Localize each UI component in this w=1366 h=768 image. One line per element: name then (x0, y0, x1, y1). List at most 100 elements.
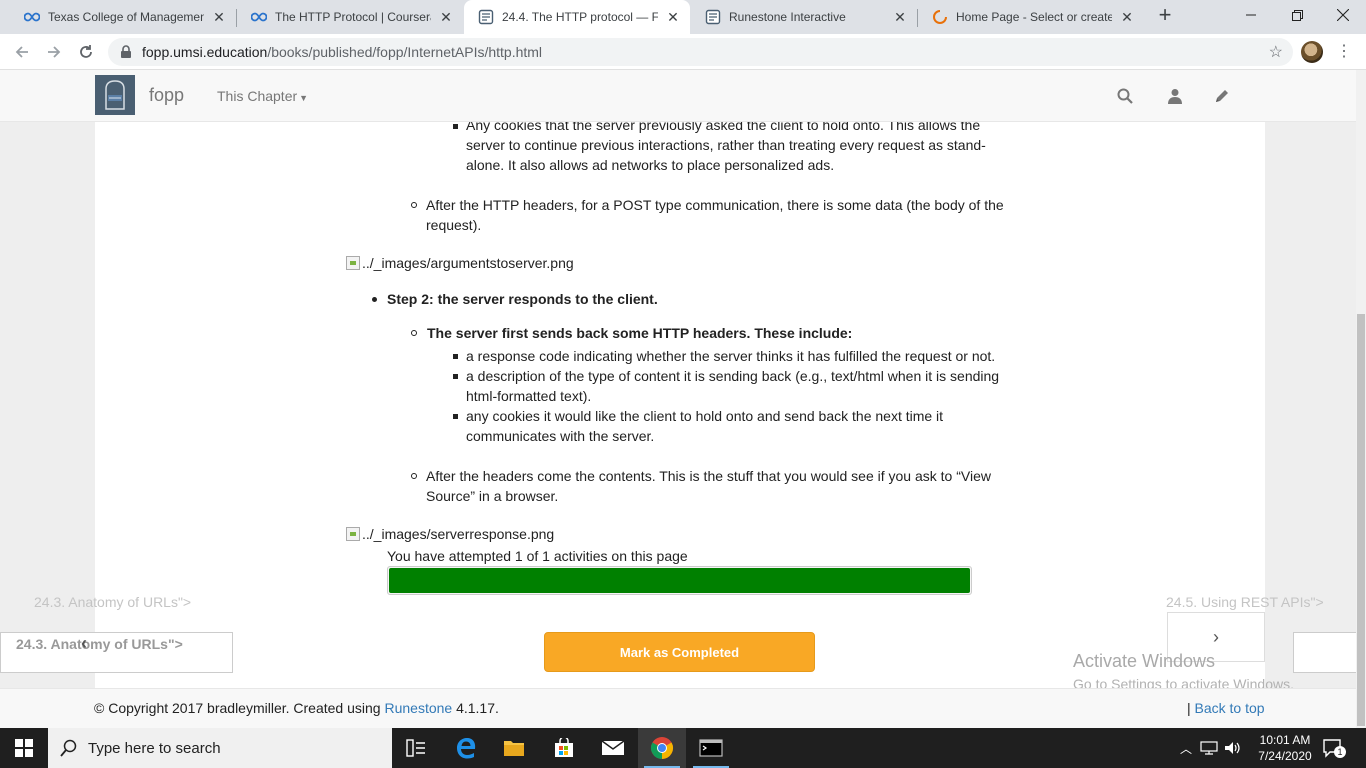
prev-page-label: 24.3. Anatomy of URLs"> (16, 636, 183, 652)
chrome-icon (651, 737, 673, 759)
arrow-left-icon (15, 46, 28, 58)
circle-bullet (411, 202, 417, 208)
taskbar-search-box[interactable]: Type here to search (48, 728, 392, 768)
back-to-top-link[interactable]: Back to top (1195, 700, 1265, 716)
cookies-text-line3: alone. It also allows ad networks to pla… (466, 157, 835, 173)
headers-intro: The server first sends back some HTTP he… (427, 325, 853, 341)
vertical-scrollbar[interactable] (1356, 70, 1366, 728)
user-icon (1168, 89, 1182, 104)
chevron-left-icon: ‹ (81, 633, 87, 653)
search-button[interactable] (1115, 86, 1135, 106)
address-bar[interactable]: fopp.umsi.education/books/published/fopp… (108, 38, 1293, 66)
new-tab-button[interactable]: + (1153, 4, 1177, 28)
restore-button[interactable] (1274, 0, 1320, 30)
windows-logo-icon (15, 739, 33, 757)
close-icon (1337, 9, 1349, 21)
search-icon (60, 739, 77, 757)
tab-title: Home Page - Select or create a (956, 10, 1112, 24)
reload-icon (80, 45, 92, 58)
square-bullet (453, 354, 458, 359)
clock-time: 10:01 AM (1259, 733, 1311, 747)
caret-down-icon: ▼ (299, 93, 309, 103)
cookies-response-line1: any cookies it would like the client to … (466, 408, 944, 424)
back-to-top: | Back to top (1187, 700, 1265, 716)
circle-bullet (411, 330, 417, 336)
start-button[interactable] (0, 728, 48, 768)
runestone-book-icon (705, 9, 721, 25)
chevron-right-icon: › (1213, 626, 1219, 647)
progress-fill (389, 568, 970, 593)
restore-icon (1291, 9, 1303, 21)
microsoft-store-button[interactable] (540, 728, 588, 768)
this-chapter-menu[interactable]: This Chapter ▼ (217, 88, 308, 104)
close-tab-icon[interactable]: ✕ (437, 9, 455, 26)
edit-button[interactable] (1212, 86, 1232, 106)
folder-icon (504, 741, 524, 756)
terminal-icon (699, 739, 723, 757)
browser-menu-icon[interactable]: ⋮ (1334, 42, 1354, 62)
close-tab-icon[interactable]: ✕ (891, 9, 909, 26)
prev-chapter-ghost-text: 24.3. Anatomy of URLs"> (34, 594, 192, 610)
arrow-right-icon (48, 46, 61, 58)
network-icon[interactable] (1200, 741, 1218, 755)
scrollbar-thumb[interactable] (1357, 314, 1365, 726)
close-window-button[interactable] (1320, 0, 1366, 30)
mail-button[interactable] (589, 728, 637, 768)
tab-title: Texas College of Management (48, 10, 204, 24)
chevron-up-icon[interactable]: ︿ (1180, 740, 1192, 757)
clock-date: 7/24/2020 (1258, 749, 1312, 763)
close-tab-icon[interactable]: ✕ (1118, 9, 1136, 26)
forward-button[interactable] (42, 40, 66, 64)
file-explorer-button[interactable] (490, 728, 538, 768)
page-viewport: Any cookies that the server previously a… (0, 122, 1356, 688)
edge-icon (457, 738, 476, 759)
tab-runestone-interactive[interactable]: Runestone Interactive ✕ (691, 0, 917, 34)
volume-icon[interactable] (1224, 741, 1242, 755)
profile-avatar[interactable] (1301, 41, 1323, 63)
chrome-taskbar-button[interactable] (638, 728, 686, 768)
tab-texas-college[interactable]: Texas College of Management ✕ (10, 0, 236, 34)
runestone-logo-icon (105, 80, 125, 110)
cookies-text-line2: server to continue previous interactions… (466, 137, 986, 153)
back-button[interactable] (10, 40, 34, 64)
site-brand[interactable]: fopp (149, 85, 184, 106)
tab-title: Runestone Interactive (729, 10, 846, 24)
mark-as-completed-button[interactable]: Mark as Completed (544, 632, 815, 672)
page-footer: © Copyright 2017 bradleymiller. Created … (0, 688, 1356, 728)
this-chapter-label: This Chapter (217, 88, 298, 104)
post-body-line1: After the HTTP headers, for a POST type … (426, 197, 1004, 213)
tab-http-protocol-coursera[interactable]: The HTTP Protocol | Coursera ✕ (237, 0, 463, 34)
minimize-button[interactable] (1228, 0, 1274, 30)
post-body-line2: request). (426, 217, 482, 233)
command-prompt-button[interactable] (687, 728, 735, 768)
tab-home-page[interactable]: Home Page - Select or create a ✕ (918, 0, 1144, 34)
site-logo[interactable] (95, 75, 135, 115)
close-tab-icon[interactable]: ✕ (664, 9, 682, 26)
square-bullet (453, 374, 458, 379)
next-chapter-ghost-text: 24.5. Using REST APIs"> (1166, 594, 1324, 610)
copyright-prefix: © Copyright 2017 bradleymiller. Created … (94, 700, 385, 716)
user-button[interactable] (1165, 86, 1185, 106)
tab-http-protocol-fopp[interactable]: 24.4. The HTTP protocol — Fou ✕ (464, 0, 690, 34)
taskbar-search-placeholder: Type here to search (88, 739, 221, 757)
tab-title: 24.4. The HTTP protocol — Fou (502, 10, 658, 24)
task-view-button[interactable] (392, 728, 440, 768)
activate-windows-title: Activate Windows (1073, 651, 1216, 671)
copyright-text: © Copyright 2017 bradleymiller. Created … (94, 700, 499, 716)
disc-bullet (372, 297, 377, 302)
coursera-infinity-icon (24, 9, 40, 25)
response-code-item: a response code indicating whether the s… (466, 348, 996, 364)
browser-tab-strip: Texas College of Management ✕ The HTTP P… (0, 0, 1366, 34)
next-page-overflow-box[interactable] (1293, 632, 1356, 673)
url-host: fopp.umsi.education (142, 44, 268, 60)
action-center-button[interactable]: 1 (1322, 738, 1346, 758)
runestone-link[interactable]: Runestone (384, 700, 452, 716)
reload-button[interactable] (74, 40, 98, 64)
taskbar-clock[interactable]: 10:01 AM 7/24/2020 (1252, 732, 1318, 764)
server-response-image: ../_images/serverresponse.png (346, 526, 554, 542)
close-tab-icon[interactable]: ✕ (210, 9, 228, 26)
edge-browser-button[interactable] (442, 728, 490, 768)
back-to-top-separator: | (1187, 700, 1195, 716)
bookmark-star-icon[interactable]: ☆ (1269, 42, 1283, 62)
prev-page-button[interactable]: 24.3. Anatomy of URLs"> ‹ (0, 632, 233, 673)
